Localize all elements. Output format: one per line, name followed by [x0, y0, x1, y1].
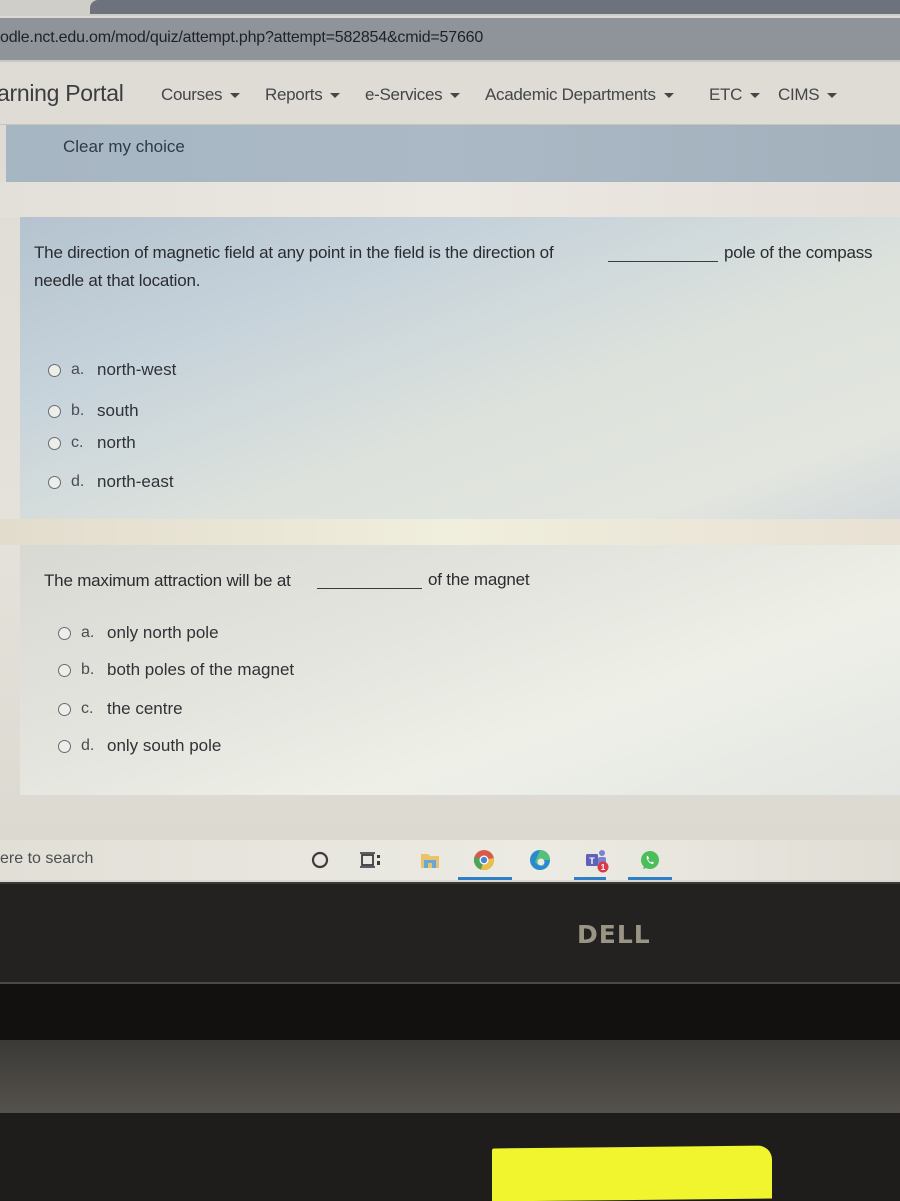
option-c[interactable]: c. north [48, 433, 136, 453]
browser-tab[interactable] [90, 0, 900, 14]
laptop-hinge [0, 984, 900, 1040]
teams-active-indicator [574, 877, 606, 880]
whatsapp-icon[interactable] [638, 848, 662, 872]
previous-question-footer: Clear my choice [6, 125, 900, 182]
caret-down-icon [827, 93, 838, 99]
url-text[interactable]: odle.nct.edu.om/mod/quiz/attempt.php?att… [0, 29, 483, 47]
nav-menu-courses[interactable]: Courses [161, 85, 241, 105]
laptop-ledge [0, 1040, 900, 1113]
dell-logo: DELL [577, 920, 651, 949]
svg-text:T: T [589, 856, 595, 866]
radio-button[interactable] [58, 702, 71, 716]
question-panel-2: The maximum attraction will be at of the… [20, 545, 900, 795]
caret-down-icon [663, 93, 674, 99]
nav-menu-label: Courses [161, 85, 223, 104]
option-a[interactable]: a. only north pole [58, 623, 219, 643]
caret-down-icon [330, 93, 341, 99]
caret-down-icon [230, 93, 241, 99]
option-letter: c. [71, 434, 84, 451]
taskbar-search-box[interactable]: ere to search [0, 850, 93, 868]
option-d[interactable]: d. only south pole [58, 736, 221, 756]
address-bar[interactable]: odle.nct.edu.om/mod/quiz/attempt.php?att… [0, 18, 900, 62]
caret-down-icon [750, 93, 761, 99]
teams-icon[interactable]: T 1 [584, 848, 609, 873]
nav-menu-cims[interactable]: CIMS [778, 85, 838, 105]
site-brand[interactable]: arning Portal [0, 80, 124, 107]
whatsapp-active-indicator [628, 877, 672, 880]
nav-menu-label: ETC [709, 85, 743, 104]
option-label: both poles of the magnet [107, 660, 295, 679]
site-navbar: arning Portal Courses Reports e-Services… [0, 62, 900, 125]
nav-menu-reports[interactable]: Reports [265, 85, 341, 105]
task-view-icon[interactable] [358, 848, 382, 872]
option-label: north-west [97, 360, 177, 379]
question-text-line2: needle at that location. [34, 271, 201, 290]
windows-taskbar: ere to search T 1 [0, 840, 900, 880]
radio-button[interactable] [48, 363, 61, 377]
radio-button[interactable] [48, 404, 61, 418]
option-letter: a. [71, 361, 85, 378]
option-b[interactable]: b. both poles of the magnet [58, 660, 294, 680]
option-c[interactable]: c. the centre [58, 699, 183, 719]
laptop-bezel: DELL [0, 882, 900, 984]
nav-menu-label: e-Services [365, 85, 443, 104]
answer-blank [317, 588, 422, 589]
option-label: the centre [107, 699, 183, 718]
clear-my-choice-link[interactable]: Clear my choice [63, 137, 185, 157]
option-letter: b. [81, 661, 95, 678]
question-text: The direction of magnetic field at any p… [34, 243, 554, 262]
radio-button[interactable] [48, 436, 61, 450]
option-label: only south pole [107, 736, 222, 755]
question-separator [0, 182, 900, 217]
question-text: The maximum attraction will be at [44, 571, 291, 590]
question-separator [0, 519, 900, 545]
chrome-icon[interactable] [472, 848, 496, 872]
edge-icon[interactable] [528, 848, 552, 872]
nav-menu-academic-departments[interactable]: Academic Departments [485, 85, 674, 105]
answer-blank [608, 261, 718, 262]
question-text-continued: of the magnet [428, 570, 530, 589]
radio-button[interactable] [58, 626, 71, 640]
question-panel-1: The direction of magnetic field at any p… [20, 217, 900, 519]
option-label: south [97, 401, 139, 420]
radio-button[interactable] [58, 739, 71, 753]
radio-button[interactable] [48, 475, 61, 489]
teams-notification-badge: 1 [601, 863, 606, 872]
yellow-sticky-note [492, 1145, 772, 1201]
option-b[interactable]: b. south [48, 401, 139, 421]
nav-menu-label: CIMS [778, 85, 820, 104]
option-label: only north pole [107, 623, 219, 642]
nav-menu-label: Reports [265, 85, 323, 104]
option-letter: d. [71, 473, 85, 490]
option-letter: d. [81, 737, 95, 754]
option-letter: c. [81, 700, 94, 717]
option-letter: a. [81, 624, 95, 641]
option-label: north [97, 433, 136, 452]
question-text-continued: pole of the compass [724, 243, 873, 262]
browser-tab-strip [0, 0, 900, 16]
chrome-active-indicator [458, 877, 512, 880]
option-d[interactable]: d. north-east [48, 472, 174, 492]
nav-menu-e-services[interactable]: e-Services [365, 85, 461, 105]
option-a[interactable]: a. north-west [48, 360, 176, 380]
nav-menu-etc[interactable]: ETC [709, 85, 761, 105]
laptop-screen: odle.nct.edu.om/mod/quiz/attempt.php?att… [0, 0, 900, 882]
option-label: north-east [97, 472, 174, 491]
cortana-icon[interactable] [308, 848, 332, 872]
nav-menu-label: Academic Departments [485, 85, 656, 104]
file-explorer-icon[interactable] [418, 848, 442, 872]
radio-button[interactable] [58, 663, 71, 677]
option-letter: b. [71, 402, 85, 419]
caret-down-icon [450, 93, 461, 99]
